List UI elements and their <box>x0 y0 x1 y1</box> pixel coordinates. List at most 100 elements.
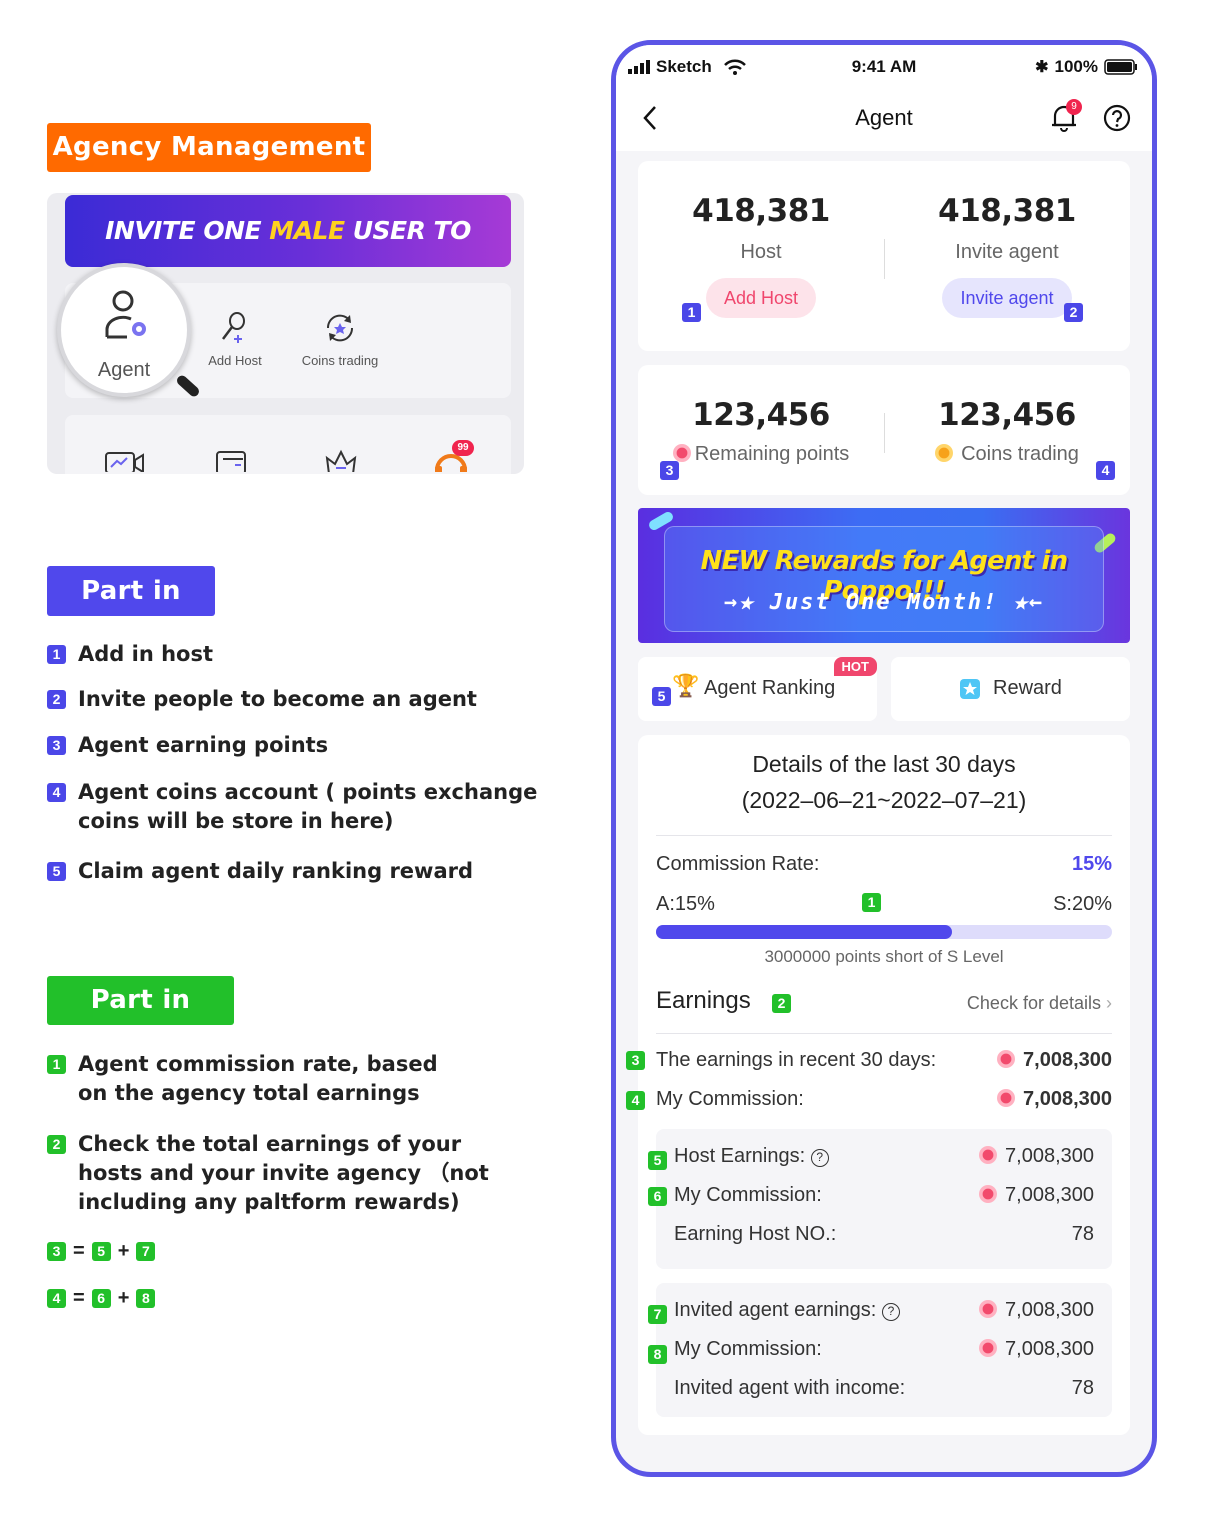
preview-add-host-label: Add Host <box>208 353 262 368</box>
host-earnings-label: Host Earnings: <box>674 1145 806 1167</box>
host-earnings-value: 7,008,300 <box>1005 1145 1094 1167</box>
nav-bar: Agent 9 <box>616 91 1152 151</box>
blue-item-text: Claim agent daily ranking reward <box>78 859 474 883</box>
eq-marker: 4 <box>47 1289 66 1308</box>
commission-progress-track <box>656 925 1112 939</box>
green-marker-7: 7 <box>648 1305 667 1324</box>
remaining-points-stat[interactable]: 123,456 Remaining points <box>638 397 884 466</box>
eq-marker: 5 <box>91 1242 111 1261</box>
invite-banner[interactable]: INVITE ONE MALE USER TO REGISTER <box>65 195 511 317</box>
blue-marker: 1 <box>47 645 66 664</box>
agency-management-tag: Agency Management <box>47 123 371 172</box>
host-earnings-box: 5 Host Earnings: ? 7,008,300 6 My Commis… <box>648 1129 1112 1269</box>
notification-button[interactable]: 9 <box>1050 99 1082 133</box>
earnings-divider <box>656 1033 1112 1034</box>
question-icon[interactable]: ? <box>881 1303 900 1321</box>
help-icon[interactable] <box>1102 103 1132 133</box>
coins-trading-label: Coins trading <box>961 443 1079 465</box>
details-card: Details of the last 30 days (2022–06–21~… <box>626 735 1130 1435</box>
blue-item-text: Add in host <box>78 642 214 666</box>
reward-button[interactable]: Reward <box>891 657 1130 721</box>
green-item-text: Agent commission rate, based on the agen… <box>78 1052 438 1105</box>
coins-trading-stat[interactable]: 123,456 Coins trading <box>884 397 1130 466</box>
eq-marker: 8 <box>136 1289 156 1308</box>
check-details-label: Check for details <box>966 993 1101 1013</box>
agent-earnings-amount: 7,008,300 <box>979 1299 1094 1322</box>
host-commission-amount: 7,008,300 <box>979 1184 1094 1207</box>
recent-earnings-row: The earnings in recent 30 days: 7,008,30… <box>656 1049 1112 1072</box>
agent-commission-row: My Commission: 7,008,300 <box>674 1338 1094 1361</box>
host-earnings-row: Host Earnings: ? 7,008,300 <box>674 1145 1094 1168</box>
green-marker-2: 2 <box>772 994 791 1013</box>
equation-3: 3 = 5 + 7 <box>47 1240 156 1263</box>
agent-earnings-row: Invited agent earnings: ? 7,008,300 <box>674 1299 1094 1322</box>
commission-rate-label: Commission Rate: <box>656 853 820 875</box>
coins-trading-row: Coins trading <box>884 443 1130 466</box>
green-marker: 2 <box>47 1135 66 1154</box>
eq-sign: = <box>73 1240 85 1262</box>
check-details-link[interactable]: Check for details › <box>967 993 1112 1014</box>
agent-count: 418,381 <box>938 193 1076 229</box>
battery-percent: 100% <box>1054 57 1098 76</box>
green-marker: 1 <box>47 1055 66 1074</box>
invited-agent-count-value: 78 <box>1071 1377 1094 1399</box>
blue-marker: 3 <box>47 736 66 755</box>
preview-coins-trading-label: Coins trading <box>301 353 379 368</box>
my-commission-value: 7,008,300 <box>1023 1088 1112 1110</box>
agent-earnings-label: Invited agent earnings: <box>674 1299 877 1321</box>
coin-icon <box>979 1339 998 1357</box>
eq-sign: = <box>73 1287 85 1309</box>
reward-label: Reward <box>993 677 1062 699</box>
reward-icon <box>960 679 980 699</box>
microphone-plus-icon <box>222 312 245 343</box>
promo-subline-text: Just One Month! <box>769 590 999 615</box>
add-host-button[interactable]: Add Host <box>705 278 817 318</box>
host-earnings-label-group: Host Earnings: ? <box>674 1145 829 1168</box>
part-blue-tag: Part in blue <box>47 566 215 656</box>
host-commission-label: My Commission: <box>674 1184 822 1206</box>
preview-coins-trading[interactable]: Coins trading <box>295 311 385 368</box>
bluetooth-icon: ✱ <box>1035 59 1049 76</box>
green-marker-3: 3 <box>626 1051 645 1070</box>
green-marker-8: 8 <box>648 1345 667 1364</box>
host-agent-card: 418,381 Host Add Host 418,381 Invite age… <box>638 161 1130 351</box>
exchange-icon <box>326 314 354 342</box>
agent-magnifier[interactable]: Agent <box>57 263 191 397</box>
agent-stat: 418,381 Invite agent Invite agent <box>884 193 1130 318</box>
preview-add-host[interactable]: Add Host <box>195 311 275 368</box>
host-commission-value: 7,008,300 <box>1005 1184 1094 1206</box>
host-count: 418,381 <box>692 193 830 229</box>
green-marker-5: 5 <box>648 1151 667 1170</box>
eq-marker: 7 <box>136 1242 156 1261</box>
eq-plus: + <box>117 1240 130 1262</box>
invite-agent-button[interactable]: Invite agent <box>942 278 1072 318</box>
marker-4: 4 <box>1096 461 1115 480</box>
host-commission-row: My Commission: 7,008,300 <box>674 1184 1094 1207</box>
host-stat: 418,381 Host Add Host <box>638 193 884 318</box>
blue-marker: 5 <box>47 862 66 881</box>
recent-earnings-amount: 7,008,300 <box>997 1049 1112 1072</box>
agent-label: Agent <box>97 359 151 381</box>
agent-commission-value: 7,008,300 <box>1005 1338 1094 1360</box>
level-a: A:15% <box>656 893 715 915</box>
blue-item-text: Invite people to become an agent <box>78 687 477 711</box>
commission-rate-value: 15% <box>1071 853 1112 875</box>
agent-commission-label: My Commission: <box>674 1338 822 1360</box>
recent-earnings-label: The earnings in recent 30 days: <box>656 1049 937 1071</box>
my-commission-amount: 7,008,300 <box>997 1088 1112 1111</box>
hot-badge: HOT <box>833 657 877 676</box>
remaining-points-label: Remaining points <box>694 443 850 465</box>
details-divider <box>656 835 1112 836</box>
question-icon[interactable]: ? <box>810 1149 829 1167</box>
agent-ranking-button[interactable]: 5 🏆 Agent Ranking HOT <box>638 657 877 721</box>
invited-agent-count-label: Invited agent with income: <box>674 1377 906 1399</box>
chevron-right-icon: › <box>1106 993 1112 1013</box>
status-bar: Sketch 9:41 AM ✱ 100% <box>616 45 1152 91</box>
level-row: A:15% S:20% <box>656 893 1112 916</box>
notification-badge: 99 <box>452 440 474 456</box>
trophy-icon: 🏆 <box>672 673 700 698</box>
agent-commission-amount: 7,008,300 <box>979 1338 1094 1361</box>
rewards-promo-banner[interactable]: NEW Rewards for Agent in Poppo!!! →★ Jus… <box>638 508 1130 643</box>
coin-icon <box>979 1185 998 1203</box>
shortfall-text: 3000000 points short of S Level <box>764 947 1004 966</box>
